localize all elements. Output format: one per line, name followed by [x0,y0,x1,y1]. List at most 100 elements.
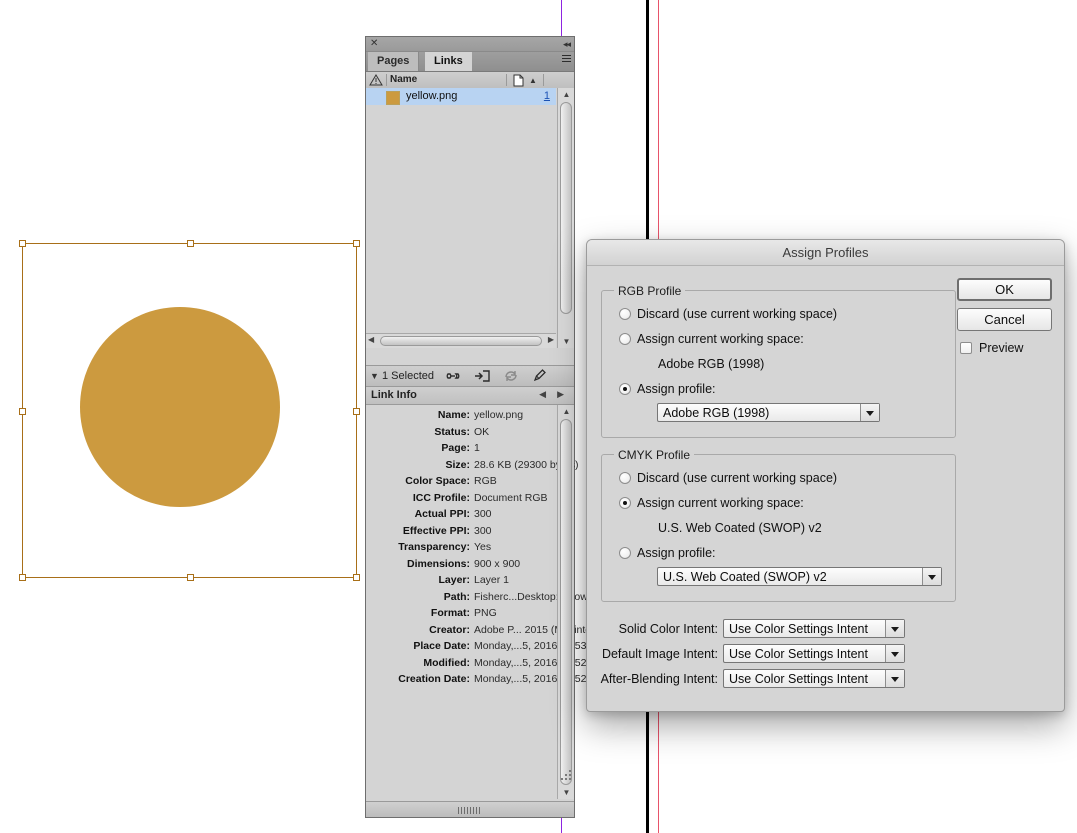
link-info-key: Color Space: [405,475,470,487]
close-icon[interactable]: ✕ [370,38,378,50]
sort-ascending-icon[interactable]: ▲ [529,76,537,85]
option-label: Discard (use current working space) [637,471,838,485]
chevron-down-icon[interactable] [885,645,904,662]
link-info-key: Layer: [438,574,470,586]
selection-bounding-box[interactable] [19,240,360,581]
cmyk-profile-dropdown[interactable]: U.S. Web Coated (SWOP) v2 [657,567,942,586]
update-link-icon[interactable] [502,369,520,383]
link-info-key: Place Date: [413,640,470,652]
ok-button[interactable]: OK [957,278,1052,301]
panel-menu-icon[interactable] [557,55,571,67]
drag-grip-icon[interactable] [458,805,482,817]
panel-tab-bar: Pages Links [366,52,574,72]
link-info-panel: Name: yellow.png Status: OK Page: 1 Size: 28.6 … [366,405,608,799]
tab-pages[interactable]: Pages [368,52,420,71]
link-info-row: Place Date: Monday,...5, 2016 12:53 PM [366,640,605,657]
after-blending-intent-value: Use Color Settings Intent [729,672,868,686]
radio-button[interactable] [619,308,631,320]
chevron-down-icon[interactable] [885,670,904,687]
link-info-header: Link Info ◀ ▶ [366,387,574,405]
link-info-title: Link Info [371,389,417,401]
link-info-row: Layer: Layer 1 [366,574,556,591]
handle-middle-right[interactable] [353,408,360,415]
rgb-profile-dropdown[interactable]: Adobe RGB (1998) [657,403,880,422]
scroll-right-icon[interactable]: ▶ [548,335,554,344]
panel-bottom-grip[interactable] [366,801,574,817]
radio-button[interactable] [619,472,631,484]
scroll-left-icon[interactable]: ◀ [368,335,374,344]
tab-links[interactable]: Links [425,52,472,71]
default-image-intent-value: Use Color Settings Intent [729,647,868,661]
chevron-down-icon[interactable] [922,568,941,585]
column-name-label[interactable]: Name [390,74,417,86]
link-info-row: Path: Fisherc...Desktop:yellow.png [366,591,608,608]
link-info-row: Actual PPI: 300 [366,508,556,525]
link-info-row: Status: OK [366,426,556,443]
handle-top-left[interactable] [19,240,26,247]
after-blending-intent-dropdown[interactable]: Use Color Settings Intent [723,669,905,688]
link-info-value: Yes [474,541,492,553]
scroll-up-icon[interactable]: ▲ [561,406,572,417]
option-label: Assign current working space: [637,496,804,510]
handle-top-center[interactable] [187,240,194,247]
assign-profiles-dialog: Assign Profiles RGB Profile Discard (use… [586,239,1065,712]
link-info-value: Layer 1 [474,574,510,586]
scroll-down-icon[interactable]: ▼ [561,336,572,347]
relink-icon[interactable] [444,369,462,383]
link-info-value: 900 x 900 [474,557,521,570]
solid-color-intent-label: Solid Color Intent: [618,622,718,636]
link-info-value: 300 [474,508,492,520]
link-info-vertical-scrollbar[interactable]: ▲ ▼ [557,405,574,799]
link-info-row: Dimensions: 900 x 900 [366,558,556,575]
next-link-icon[interactable]: ▶ [557,389,564,400]
rgb-profile-group-title: RGB Profile [614,284,686,298]
radio-button[interactable] [619,383,631,395]
default-image-intent-dropdown[interactable]: Use Color Settings Intent [723,644,905,663]
previous-link-icon[interactable]: ◀ [539,389,546,400]
link-info-key: Creator: [429,623,470,636]
thumbnail-swatch [386,91,400,105]
links-list-horizontal-scrollbar[interactable]: ◀ ▶ [366,333,556,348]
handle-top-right[interactable] [353,240,360,247]
link-page-number[interactable]: 1 [544,90,550,103]
expand-caret-icon[interactable]: ▼ [370,371,379,381]
links-panel: ✕ ◂◂ Pages Links Name ▲ yellow.png 1 ▲ ▼… [365,36,608,818]
link-name[interactable]: yellow.png [406,90,457,103]
checkbox[interactable] [960,342,972,354]
goto-link-icon[interactable] [473,369,491,383]
radio-button[interactable] [619,547,631,559]
scroll-up-icon[interactable]: ▲ [561,89,572,100]
link-info-key: Page: [441,442,470,454]
panel-resize-grip[interactable] [559,768,571,780]
link-info-row: Modified: Monday,...5, 2016 12:52 PM [366,657,605,674]
link-info-row: Size: 28.6 KB (29300 bytes) [366,459,578,476]
link-info-key: Dimensions: [406,557,470,570]
link-info-value: OK [474,425,490,438]
chevron-down-icon[interactable] [860,404,879,421]
links-list[interactable]: yellow.png 1 ▲ ▼ ◀ ▶ [366,88,574,348]
link-info-row: Transparency: Yes [366,541,556,558]
solid-color-intent-dropdown[interactable]: Use Color Settings Intent [723,619,905,638]
cmyk-working-space-value: U.S. Web Coated (SWOP) v2 [658,521,822,535]
links-status-bar: ▼ 1 Selected [366,365,574,387]
link-info-row: Effective PPI: 300 [366,525,556,542]
handle-bottom-left[interactable] [19,574,26,581]
panel-titlebar[interactable]: ✕ ◂◂ [366,37,574,52]
handle-middle-left[interactable] [19,408,26,415]
warning-triangle-icon [369,74,383,86]
cancel-button[interactable]: Cancel [957,308,1052,331]
handle-bottom-center[interactable] [187,574,194,581]
collapse-panel-icon[interactable]: ◂◂ [563,38,571,50]
list-item[interactable]: yellow.png 1 [366,88,556,105]
handle-bottom-right[interactable] [353,574,360,581]
chevron-down-icon[interactable] [885,620,904,637]
radio-button[interactable] [619,333,631,345]
app-root: ✕ ◂◂ Pages Links Name ▲ yellow.png 1 ▲ ▼… [0,0,1077,833]
edit-original-icon[interactable] [531,369,549,383]
link-info-field-list: Name: yellow.png Status: OK Page: 1 Size: 28.6 … [366,409,608,690]
radio-button[interactable] [619,497,631,509]
option-label: Assign current working space: [637,332,804,346]
scroll-down-icon[interactable]: ▼ [561,787,572,798]
links-list-vertical-scrollbar[interactable]: ▲ ▼ [557,88,574,348]
option-label: Assign profile: [637,546,716,560]
